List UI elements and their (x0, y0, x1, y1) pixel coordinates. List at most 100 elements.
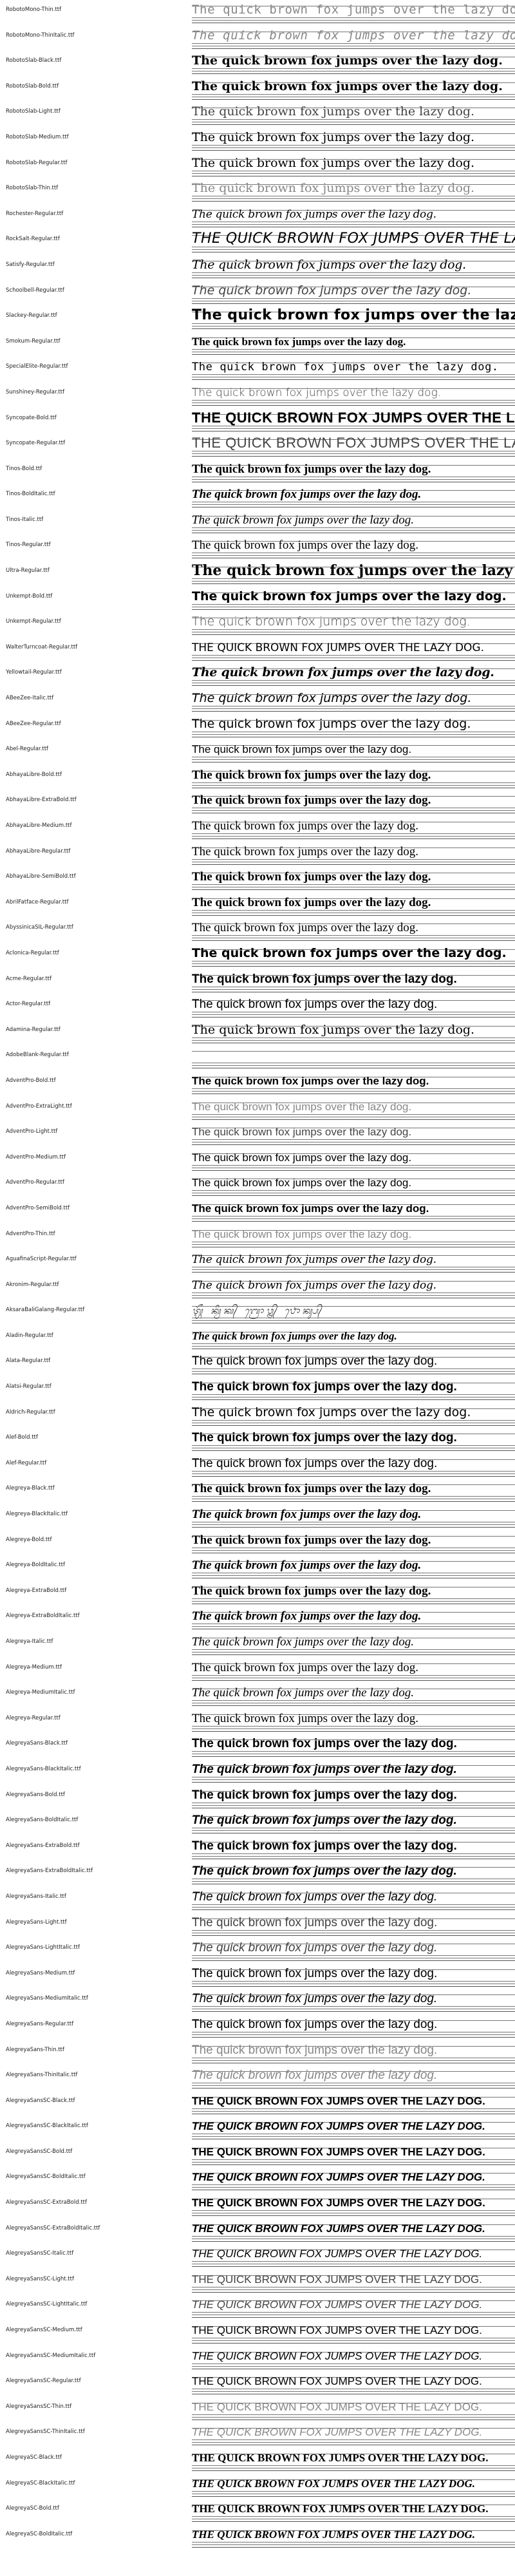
font-file-name: RobotoSlab-Black.ttf (6, 57, 62, 64)
font-row: AlegreyaSansSC-BlackItalic.ttf THE QUICK … (0, 2116, 515, 2142)
font-sample-box: The quick brown fox jumps over the lazy … (192, 920, 515, 942)
font-sample-text: The quick brown fox jumps over the lazy … (192, 1202, 429, 1215)
font-file-name: Rochester-Regular.ttf (6, 210, 64, 217)
font-sample-box: The quick brown fox jumps over the lazy … (192, 129, 515, 151)
font-row: AdventPro-Regular.ttf The quick brown fox… (0, 1173, 515, 1198)
font-file-name: RobotoSlab-Medium.ttf (6, 133, 69, 140)
font-sample-text: The quick brown fox jumps over the lazy … (192, 1711, 418, 1725)
font-sample-box: The quick brown fox jumps over the lazy … (192, 537, 515, 559)
font-sample-box: THE QUICK BROWN FOX JUMPS OVER THE LAZY … (192, 2297, 515, 2318)
font-row: Aladin-Regular.ttf The quick brown fox ju… (0, 1326, 515, 1352)
font-file-name: AlegreyaSans-MediumItalic.ttf (6, 1995, 88, 2002)
font-file-name: AlegreyaSans-LightItalic.ttf (6, 1944, 80, 1951)
font-sample-text: The quick brown fox jumps over the lazy … (192, 79, 503, 93)
font-file-name: RobotoMono-ThinItalic.ttf (6, 32, 75, 39)
font-file-name: AlegreyaSans-BlackItalic.ttf (6, 1765, 81, 1772)
font-sample-box (192, 1047, 515, 1069)
font-file-name: AlegreyaSansSC-Black.ttf (6, 2097, 75, 2104)
font-sample-box: The quick brown fox jumps over the lazy … (192, 1353, 515, 1375)
font-row: AlegreyaSans-Light.ttf The quick brown fo… (0, 1913, 515, 1938)
guide-line (192, 323, 515, 325)
font-file-name: AdventPro-Thin.ttf (6, 1230, 55, 1237)
font-sample-box: The quick brown fox jumps over the lazy … (192, 180, 515, 202)
font-file-name: RobotoMono-Thin.ttf (6, 6, 62, 13)
font-row: AlegreyaSC-BoldItalic.ttf THE QUICK BROWN… (0, 2524, 515, 2550)
font-sample-box: The quick brown fox jumps over the lazy … (192, 1506, 515, 1528)
guide-line (192, 1626, 515, 1627)
guide-line (192, 144, 515, 146)
guide-line (192, 1445, 515, 1446)
font-sample-box: The quick brown fox jumps over the lazy … (192, 1634, 515, 1655)
font-sample-text: THE QUICK BROWN FOX JUMPS OVER THE LAZY … (192, 2503, 489, 2515)
font-file-name: Aclonica-Regular.ttf (6, 949, 59, 956)
font-sample-box: The quick brown fox jumps over the lazy … (192, 1277, 515, 1298)
font-file-name: AbhayaLibre-Bold.ttf (6, 771, 62, 778)
font-sample-text: The quick brown fox jumps over the lazy … (192, 1405, 471, 1419)
font-row: AlegreyaSans-ThinItalic.ttf The quick bro… (0, 2065, 515, 2091)
font-sample-text: The quick brown fox jumps over the lazy … (192, 819, 418, 833)
font-sample-box: The quick brown fox jumps over the lazy … (192, 563, 515, 585)
font-sample-box: The quick brown fox jumps over the lazy … (192, 1915, 515, 1936)
guide-line (192, 1294, 515, 1296)
font-sample-box: The quick brown fox jumps over the lazy … (192, 741, 515, 763)
font-sample-box: The quick brown fox jumps over the lazy … (192, 665, 515, 687)
font-sample-text: THE QUICK BROWN FOX JUMPS OVER THE LAZY … (192, 2094, 485, 2107)
font-sample-box: The quick brown fox jumps over the lazy … (192, 1787, 515, 1808)
font-row: AlegreyaSansSC-ThinItalic.ttf THE QUICK B… (0, 2422, 515, 2448)
guide-line (192, 734, 515, 735)
font-sample-box: The quick brown fox jumps over the lazy … (192, 2067, 515, 2089)
font-sample-box: THE QUICK BROWN FOX JUMPS OVER THE LAZY … (192, 2399, 515, 2420)
font-sample-text: The quick brown fox jumps over the lazy … (192, 104, 475, 119)
font-row: Acme-Regular.ttf The quick brown fox jump… (0, 969, 515, 995)
font-file-name: Tinos-Regular.ttf (6, 542, 51, 549)
guide-line (192, 1014, 515, 1016)
font-sample-text: THE QUICK BROWN FOX JUMPS OVER THE LAZY … (192, 2400, 482, 2413)
font-file-name: Syncopate-Bold.ttf (6, 414, 57, 421)
font-sample-text: The quick brown fox jumps over the lazy … (192, 1278, 436, 1292)
font-sample-box: THE QUICK BROWN FOX JUMPS OVER THE LAZY … (192, 2169, 515, 2191)
font-sample-text: THE QUICK BROWN FOX JUMPS OVER THE LAZY … (192, 2248, 483, 2260)
font-sample-box: The quick brown fox jumps over the lazy … (192, 1863, 515, 1885)
guide-line (192, 858, 515, 860)
font-row: Alegreya-Italic.ttf The quick brown fox j… (0, 1632, 515, 1658)
font-row: Alegreya-BlackItalic.ttf The quick brown … (0, 1504, 515, 1530)
font-sample-box: The quick brown fox jumps over the lazy … (192, 1736, 515, 1757)
font-sample-box: THE QUICK BROWN FOX JUMPS OVER THE LAZY … (192, 2271, 515, 2293)
font-sample-text: The quick brown fox jumps over the lazy … (192, 1966, 438, 1980)
font-row: AbhayaLibre-ExtraBold.ttf The quick brown… (0, 790, 515, 816)
font-sample-box: ᬢ᭄ᬳᭂ ᬓ᭄ᬯᬶᬓ᭄ ᬩ᭄ᬭᭀᬯ᭄ᬦ᭄ ᬨᭀᬓ᭄ᬲ᭄ (192, 1302, 515, 1324)
font-sample-box: The quick brown fox jumps over the lazy … (192, 283, 515, 304)
font-file-name: AlegreyaSans-Black.ttf (6, 1740, 68, 1747)
font-row: AbyssinicaSIL-Regular.ttf The quick brown… (0, 918, 515, 943)
font-sample-box: The quick brown fox jumps over the lazy … (192, 1481, 515, 1502)
font-row: AlegreyaSans-BoldItalic.ttf The quick bro… (0, 1810, 515, 1836)
guide-line (192, 1113, 515, 1115)
font-sample-box: The quick brown fox jumps over the lazy … (192, 818, 515, 839)
font-file-name: AlegreyaSC-BlackItalic.ttf (6, 2479, 75, 2486)
font-sample-box: THE QUICK BROWN FOX JUMPS OVER THE LAZY … (192, 2322, 515, 2344)
font-file-name: Sunshiney-Regular.ttf (6, 388, 65, 395)
font-sample-text: The quick brown fox jumps over the lazy … (192, 1227, 412, 1240)
font-file-name: WalterTurncoat-Regular.ttf (6, 643, 78, 650)
font-sample-box: The quick brown fox jumps over the lazy … (192, 1940, 515, 1962)
font-sample-text: The quick brown fox jumps over the lazy … (192, 614, 471, 629)
font-file-name: AbhayaLibre-SemiBold.ttf (6, 873, 76, 880)
font-sample-text: The quick brown fox jumps over the lazy … (192, 488, 422, 502)
guide-line (192, 2414, 515, 2415)
font-row: RobotoSlab-Black.ttf The quick brown fox … (0, 51, 515, 77)
font-file-name: Tinos-Italic.ttf (6, 516, 44, 523)
font-row: AlegreyaSans-Italic.ttf The quick brown f… (0, 1887, 515, 1913)
guide-line (192, 2289, 515, 2290)
guide-line (192, 119, 515, 120)
guide-line (192, 147, 515, 148)
font-sample-text: The quick brown fox jumps over the lazy … (192, 1762, 457, 1776)
font-sample-text: The quick brown fox jumps over the lazy … (192, 691, 472, 706)
guide-line (192, 1728, 515, 1729)
guide-line (192, 348, 515, 350)
guide-line (192, 1269, 515, 1271)
guide-line (192, 2235, 515, 2237)
font-sample-box: The quick brown fox jumps over the lazy … (192, 206, 515, 227)
guide-line (192, 2516, 515, 2517)
font-sample-box: The quick brown fox jumps over the lazy … (192, 1838, 515, 1859)
font-file-name: RobotoSlab-Light.ttf (6, 108, 61, 115)
